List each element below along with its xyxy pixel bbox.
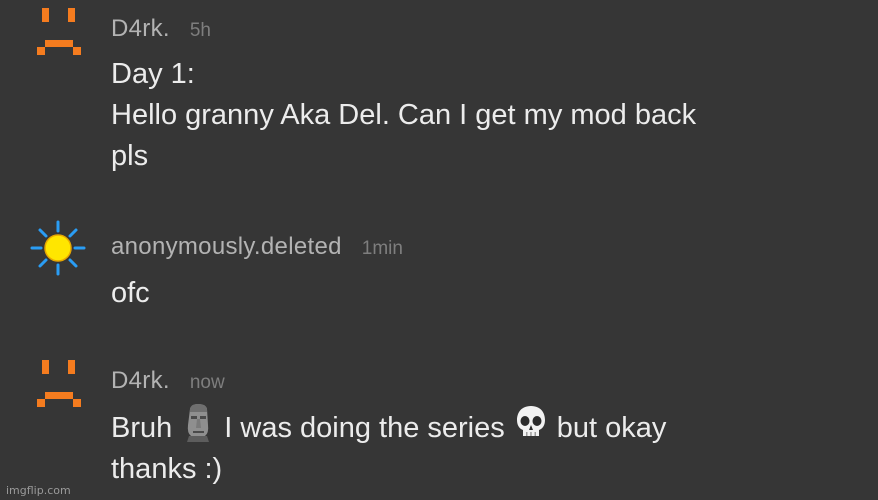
watermark: imgflip.com (6, 484, 71, 497)
username[interactable]: D4rk. (111, 15, 170, 42)
comment-meta: D4rk. 5h (111, 15, 211, 43)
sun-avatar-icon[interactable] (28, 218, 88, 278)
sad-face-avatar-icon[interactable] (28, 2, 88, 62)
comment-text: Bruh (111, 412, 173, 444)
comment-line: ofc (111, 277, 150, 309)
comment-line: pls (111, 140, 149, 172)
moai-emoji-icon (187, 404, 210, 442)
comment-meta: D4rk. now (111, 367, 225, 395)
comment-body: Day 1: Hello granny Aka Del. Can I get m… (111, 54, 851, 177)
username[interactable]: anonymously.deleted (111, 233, 342, 260)
comment-line: Day 1: (111, 58, 195, 90)
timestamp: 1min (361, 238, 403, 259)
timestamp: now (189, 372, 225, 393)
comment-line: Hello granny Aka Del. Can I get my mod b… (111, 99, 697, 131)
comment-line: Bruh I was doing the series but okay (111, 403, 851, 449)
comment-text: I was doing the series (224, 412, 505, 444)
skull-emoji-icon (516, 406, 545, 436)
comment-meta: anonymously.deleted 1min (111, 233, 403, 261)
comment-line: thanks :) (111, 453, 223, 485)
comment-body: Bruh I was doing the series but okay tha… (111, 403, 851, 490)
timestamp: 5h (189, 20, 211, 41)
sad-face-avatar-icon[interactable] (28, 354, 88, 414)
username[interactable]: D4rk. (111, 367, 170, 394)
comment-text: but okay (556, 412, 667, 444)
comment-body: ofc (111, 273, 851, 314)
